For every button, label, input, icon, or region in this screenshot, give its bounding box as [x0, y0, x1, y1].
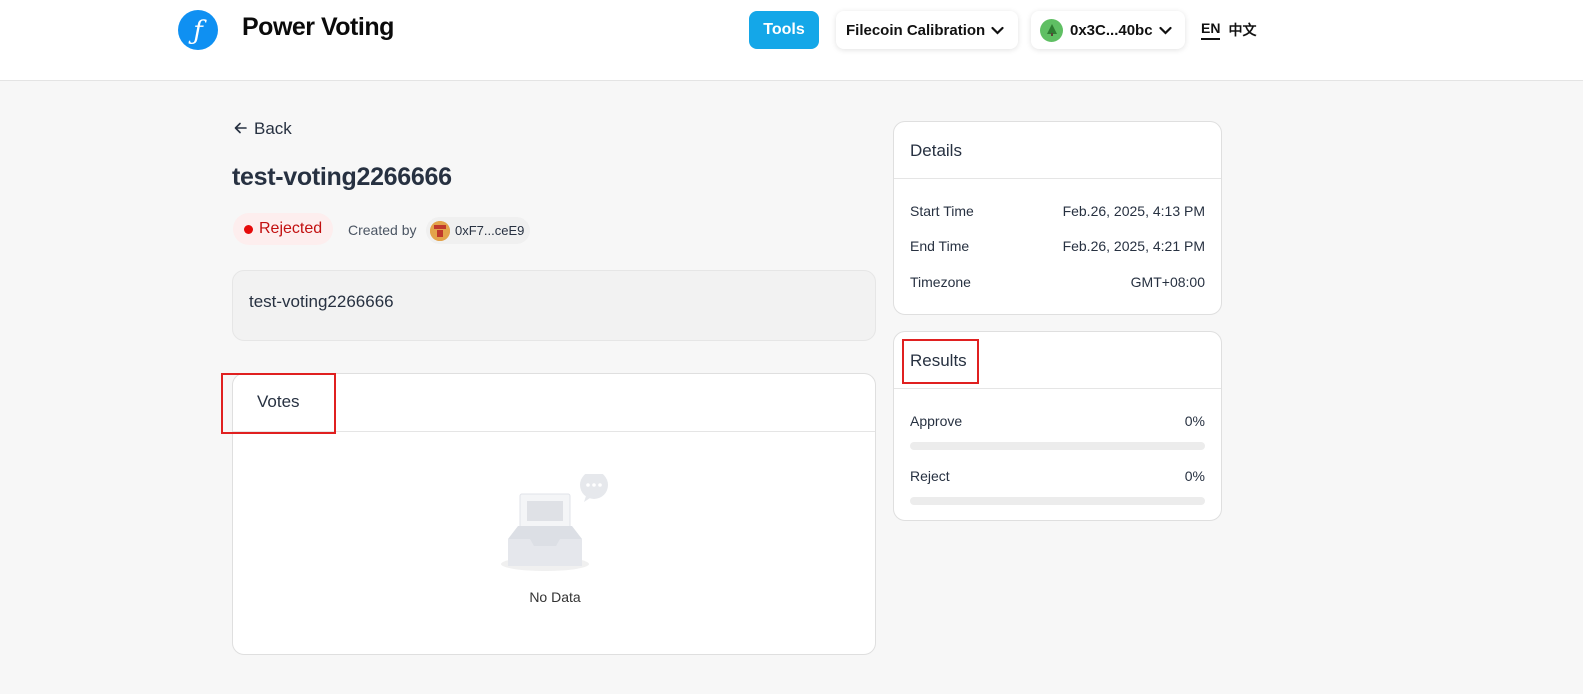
detail-label: Start Time — [910, 203, 974, 219]
arrow-left-icon — [234, 119, 247, 139]
result-label: Reject — [910, 468, 950, 484]
result-row-reject: Reject 0% — [910, 468, 1205, 505]
network-select[interactable]: Filecoin Calibration — [836, 11, 1018, 49]
lang-en-option[interactable]: EN — [1201, 20, 1221, 40]
language-switcher: EN 中文 — [1201, 20, 1256, 40]
chevron-down-icon — [1158, 22, 1172, 39]
creator-address: 0xF7...ceE9 — [455, 223, 525, 238]
detail-row-start-time: Start Time Feb.26, 2025, 4:13 PM — [910, 203, 1205, 219]
chevron-down-icon — [991, 22, 1004, 39]
detail-value: Feb.26, 2025, 4:21 PM — [1062, 238, 1205, 254]
tools-button[interactable]: Tools — [749, 11, 819, 49]
wallet-select[interactable]: 0x3C...40bc — [1031, 11, 1185, 49]
result-progress-bar — [910, 442, 1205, 450]
creator-avatar-icon — [430, 220, 450, 241]
detail-label: End Time — [910, 238, 970, 254]
proposal-description: test-voting2266666 — [232, 270, 876, 341]
proposal-title: test-voting2266666 — [232, 163, 452, 191]
empty-inbox-icon — [500, 471, 610, 579]
wallet-address: 0x3C...40bc — [1070, 21, 1153, 39]
status-label: Rejected — [259, 220, 323, 237]
votes-highlight-box — [221, 373, 336, 434]
creator-chip[interactable]: 0xF7...ceE9 — [426, 217, 531, 244]
description-text: test-voting2266666 — [249, 292, 394, 311]
detail-value: Feb.26, 2025, 4:13 PM — [1062, 203, 1205, 219]
detail-value: GMT+08:00 — [1130, 274, 1205, 290]
result-value: 0% — [1184, 413, 1205, 429]
details-header: Details — [894, 122, 1221, 179]
result-value: 0% — [1184, 468, 1205, 484]
details-card: Details Start Time Feb.26, 2025, 4:13 PM… — [893, 121, 1222, 315]
filecoin-logo-icon[interactable]: ƒ — [178, 10, 218, 50]
results-highlight-box — [902, 339, 979, 384]
status-badge: Rejected — [233, 213, 334, 245]
detail-label: Timezone — [910, 274, 971, 290]
result-label: Approve — [910, 413, 963, 429]
details-title: Details — [910, 141, 962, 160]
empty-text: No Data — [529, 589, 581, 605]
back-label: Back — [254, 119, 292, 138]
status-dot — [244, 224, 253, 234]
wallet-avatar-icon — [1040, 18, 1063, 42]
network-label: Filecoin Calibration — [846, 21, 986, 39]
detail-row-timezone: Timezone GMT+08:00 — [910, 274, 1205, 290]
detail-row-end-time: End Time Feb.26, 2025, 4:21 PM — [910, 238, 1205, 254]
result-progress-bar — [910, 497, 1205, 505]
app-title[interactable]: Power Voting — [242, 13, 394, 42]
created-by-label: Created by — [348, 222, 417, 238]
svg-text:ƒ: ƒ — [188, 16, 207, 46]
back-link[interactable]: Back — [234, 119, 292, 139]
result-row-approve: Approve 0% — [910, 413, 1205, 450]
top-header: ƒ Power Voting Tools Filecoin Calibratio… — [0, 0, 1583, 81]
lang-zh-option[interactable]: 中文 — [1228, 20, 1256, 40]
votes-empty-state: No Data — [233, 471, 877, 605]
